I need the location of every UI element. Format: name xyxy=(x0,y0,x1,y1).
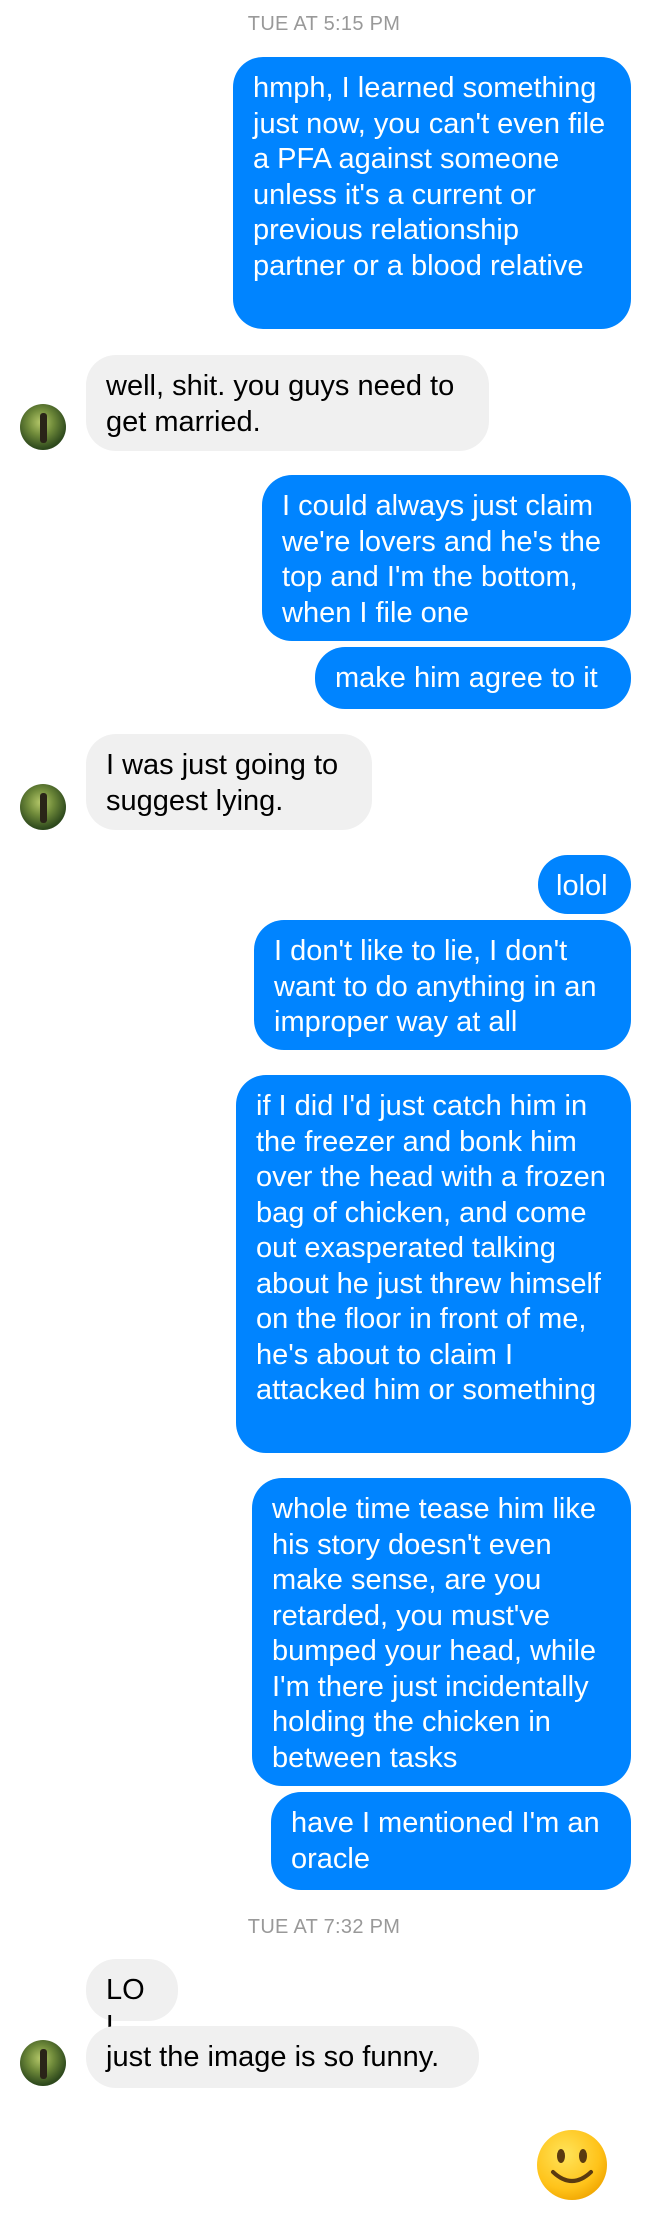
contact-avatar[interactable] xyxy=(20,2040,66,2086)
message-bubble-outgoing[interactable]: if I did I'd just catch him in the freez… xyxy=(236,1075,631,1453)
message-bubble-outgoing[interactable]: have I mentioned I'm an oracle xyxy=(271,1792,631,1890)
message-bubble-incoming[interactable]: I was just going to suggest lying. xyxy=(86,734,372,830)
smiley-face-icon[interactable] xyxy=(535,2128,609,2202)
contact-avatar[interactable] xyxy=(20,784,66,830)
message-bubble-outgoing[interactable]: make him agree to it xyxy=(315,647,631,709)
message-bubble-outgoing[interactable]: hmph, I learned something just now, you … xyxy=(233,57,631,329)
message-bubble-outgoing[interactable]: I don't like to lie, I don't want to do … xyxy=(254,920,631,1050)
message-bubble-incoming[interactable]: LOL xyxy=(86,1959,178,2042)
timestamp: TUE AT 5:15 PM xyxy=(247,13,401,35)
message-bubble-outgoing[interactable]: whole time tease him like his story does… xyxy=(252,1478,631,1786)
timestamp: TUE AT 7:32 PM xyxy=(247,1916,401,1938)
message-bubble-incoming[interactable]: just the image is so funny. xyxy=(86,2026,479,2088)
message-bubble-outgoing[interactable]: lolol xyxy=(538,855,631,914)
contact-avatar[interactable] xyxy=(20,404,66,450)
message-bubble-outgoing[interactable]: I could always just claim we're lovers a… xyxy=(262,475,631,641)
message-bubble-incoming[interactable]: well, shit. you guys need to get married… xyxy=(86,355,489,451)
